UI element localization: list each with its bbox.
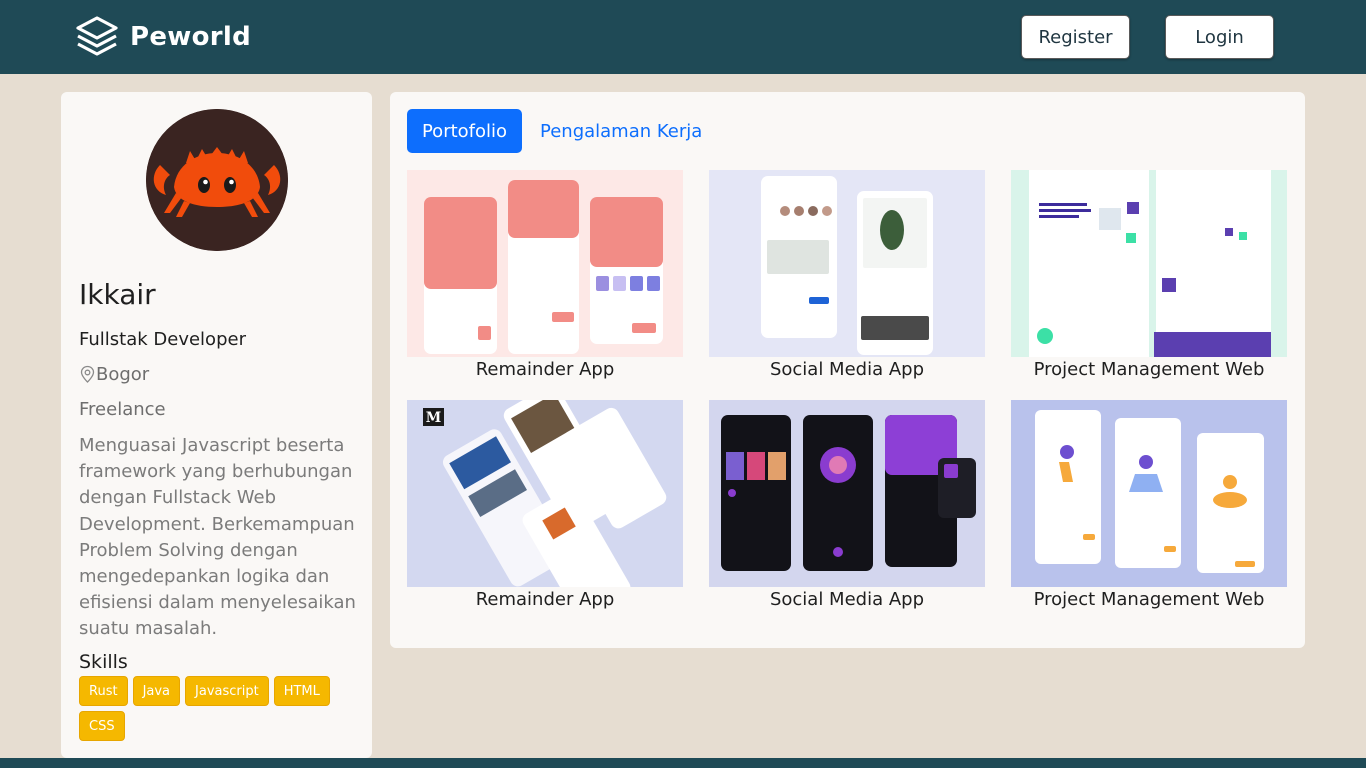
portfolio-item[interactable]: M Remainder App (407, 400, 683, 610)
profile-name: Ikkair (79, 278, 156, 311)
profile-location-text: Bogor (96, 364, 150, 385)
portfolio-item[interactable]: Project Management Web (1011, 400, 1287, 610)
register-button[interactable]: Register (1021, 15, 1130, 59)
crab-mascot-avatar (146, 109, 288, 251)
skill-badge-java: Java (132, 676, 181, 706)
brand-name: Peworld (130, 22, 252, 52)
skill-badge-javascript: Javascript (185, 676, 269, 706)
portfolio-title: Social Media App (769, 359, 925, 380)
avatar (146, 109, 288, 251)
portfolio-item[interactable]: Project Management Web (1011, 170, 1287, 380)
portfolio-item[interactable]: Social Media App (709, 170, 985, 380)
portfolio-item[interactable]: Social Media App (709, 400, 985, 610)
top-navbar: Peworld Register Login (0, 0, 1366, 74)
location-pin-icon (80, 365, 95, 383)
portfolio-thumbnail[interactable]: M (407, 400, 683, 587)
skill-badge-css: CSS (79, 711, 125, 741)
portfolio-thumbnail[interactable] (1011, 400, 1287, 587)
portfolio-title: Social Media App (769, 589, 925, 610)
skills-list: Rust Java Javascript HTML CSS (79, 676, 349, 741)
tab-portfolio[interactable]: Portofolio (407, 109, 522, 153)
tab-work-experience[interactable]: Pengalaman Kerja (540, 109, 702, 153)
skill-badge-rust: Rust (79, 676, 128, 706)
profile-card: Ikkair Fullstak Developer Bogor Freelanc… (61, 92, 372, 758)
portfolio-thumbnail[interactable] (1011, 170, 1287, 357)
footer-bar (0, 758, 1366, 768)
portfolio-title: Project Management Web (1033, 359, 1265, 380)
portfolio-panel: Portofolio Pengalaman Kerja Remainder Ap… (390, 92, 1305, 648)
brand-logo[interactable]: Peworld (74, 15, 251, 59)
login-button[interactable]: Login (1165, 15, 1274, 59)
profile-description: Menguasai Javascript beserta framework y… (79, 435, 356, 640)
portfolio-item[interactable]: Remainder App (407, 170, 683, 380)
stacked-layers-icon (76, 16, 118, 56)
profile-location: Bogor (79, 364, 149, 385)
portfolio-thumbnail[interactable] (709, 400, 985, 587)
profile-job-title: Fullstak Developer (79, 329, 246, 350)
portfolio-title: Remainder App (475, 589, 615, 610)
svg-text:M: M (426, 410, 442, 426)
skill-badge-html: HTML (273, 676, 330, 706)
profile-status: Freelance (79, 399, 166, 420)
portfolio-thumbnail[interactable] (407, 170, 683, 357)
portfolio-title: Remainder App (475, 359, 615, 380)
skills-title: Skills (79, 651, 128, 673)
portfolio-thumbnail[interactable] (709, 170, 985, 357)
portfolio-title: Project Management Web (1033, 589, 1265, 610)
